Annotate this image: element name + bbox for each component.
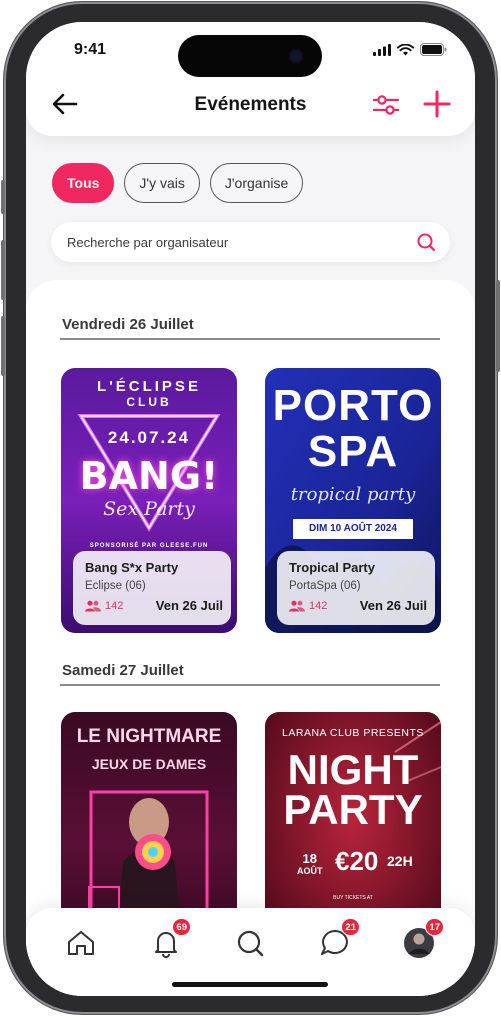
poster-text: CLUB: [126, 395, 172, 409]
search-bar: [51, 222, 450, 262]
event-card[interactable]: L'ÉCLIPSE CLUB 24.07.24 BANG! Sex Party …: [61, 368, 237, 633]
search-icon: [237, 930, 264, 957]
plus-icon: [423, 90, 451, 118]
nav-notifications[interactable]: 69: [149, 918, 191, 960]
filter-chips: Tous J'y vais J'organise: [52, 163, 304, 203]
event-date: Ven 26 Juil: [359, 598, 427, 613]
events-list: Vendredi 26 Juillet L'ÉCLIPSE CLUB 24.07…: [26, 280, 475, 996]
notifications-badge: 69: [172, 918, 191, 936]
poster-text: AOÛT: [297, 866, 323, 876]
poster-text: BUY TICKETS AT: [333, 895, 373, 901]
wifi-icon: [397, 43, 414, 55]
nav-home[interactable]: [64, 926, 98, 960]
event-info-panel: Tropical Party PortaSpa (06) 142 Ven 26 …: [277, 551, 435, 625]
poster-day: 18 AOÛT: [297, 852, 323, 878]
event-organizer: Eclipse (06): [85, 580, 146, 592]
poster-text: Sex Party: [103, 498, 195, 520]
volume-down-button: [1, 316, 5, 376]
event-date: Ven 26 Juil: [155, 598, 223, 613]
poster-text: NIGHT: [287, 746, 419, 793]
home-icon: [68, 931, 94, 955]
nav-search[interactable]: [233, 926, 267, 960]
home-indicator: [172, 982, 328, 987]
chip-jorganise[interactable]: J'organise: [209, 163, 304, 203]
section-divider: [60, 338, 440, 340]
app-screen: 9:41 Evénements Tous J'y vais J'organise…: [26, 22, 475, 996]
chip-tous[interactable]: Tous: [52, 163, 115, 203]
poster-text: 24.07.24: [107, 428, 191, 447]
people-icon: [289, 600, 305, 611]
poster-text: BANG!: [79, 454, 219, 498]
poster-text: JEUX DE DAMES: [91, 756, 207, 772]
section-date-heading: Samedi 27 Juillet: [62, 662, 184, 679]
sliders-icon: [372, 95, 400, 115]
section-divider: [60, 684, 440, 686]
poster-text: SPONSORISÉ PAR GLEESE.FUN: [89, 543, 209, 549]
search-icon[interactable]: [416, 232, 436, 252]
event-name: Tropical Party: [289, 560, 375, 575]
event-card[interactable]: PORTO SPA tropical party DIM 10 AOÛT 202…: [265, 368, 441, 633]
status-time: 9:41: [74, 41, 107, 58]
mute-switch: [1, 180, 5, 214]
volume-up-button: [1, 240, 5, 300]
attendee-count: 142: [289, 600, 327, 612]
poster-text: LARANA CLUB PRESENTS: [282, 727, 424, 739]
nav-messages[interactable]: 21: [318, 918, 360, 960]
poster-text: LE NIGHTMARE: [76, 726, 222, 747]
attendee-count-value: 142: [105, 599, 124, 612]
camera-icon: [290, 50, 302, 62]
section-date-heading: Vendredi 26 Juillet: [62, 316, 194, 333]
filter-button[interactable]: [371, 90, 401, 120]
add-event-button[interactable]: [421, 88, 453, 120]
chip-jy-vais[interactable]: J'y vais: [124, 163, 200, 203]
profile-badge: 17: [425, 918, 444, 936]
signal-icon: [373, 43, 391, 56]
poster-text: €20: [335, 846, 379, 876]
dynamic-island: [178, 35, 322, 77]
people-icon: [85, 600, 101, 611]
poster-text: 22H: [387, 853, 413, 869]
event-organizer: PortaSpa (06): [289, 580, 361, 592]
poster-text: PORTO: [272, 381, 434, 430]
poster-text: SPA: [307, 427, 399, 476]
attendee-count: 142: [85, 600, 123, 612]
event-info-panel: Bang S*x Party Eclipse (06) 142 Ven 26 J…: [73, 551, 231, 625]
battery-icon: [420, 43, 447, 56]
poster-text: PARTY: [283, 786, 423, 833]
status-icons: [373, 43, 447, 56]
page-title: Evénements: [194, 94, 307, 115]
poster-text: tropical party: [290, 484, 416, 505]
event-name: Bang S*x Party: [85, 560, 179, 575]
attendee-count-value: 142: [309, 599, 328, 612]
poster-text: DIM 10 AOÛT 2024: [309, 523, 397, 534]
bottom-nav: 69 21 17: [26, 908, 475, 996]
power-button: [496, 280, 500, 372]
nav-profile[interactable]: 17: [402, 918, 444, 960]
poster-text: L'ÉCLIPSE: [97, 378, 201, 395]
search-input[interactable]: [67, 222, 397, 262]
messages-badge: 21: [341, 918, 360, 936]
poster-text: 18: [302, 851, 317, 866]
